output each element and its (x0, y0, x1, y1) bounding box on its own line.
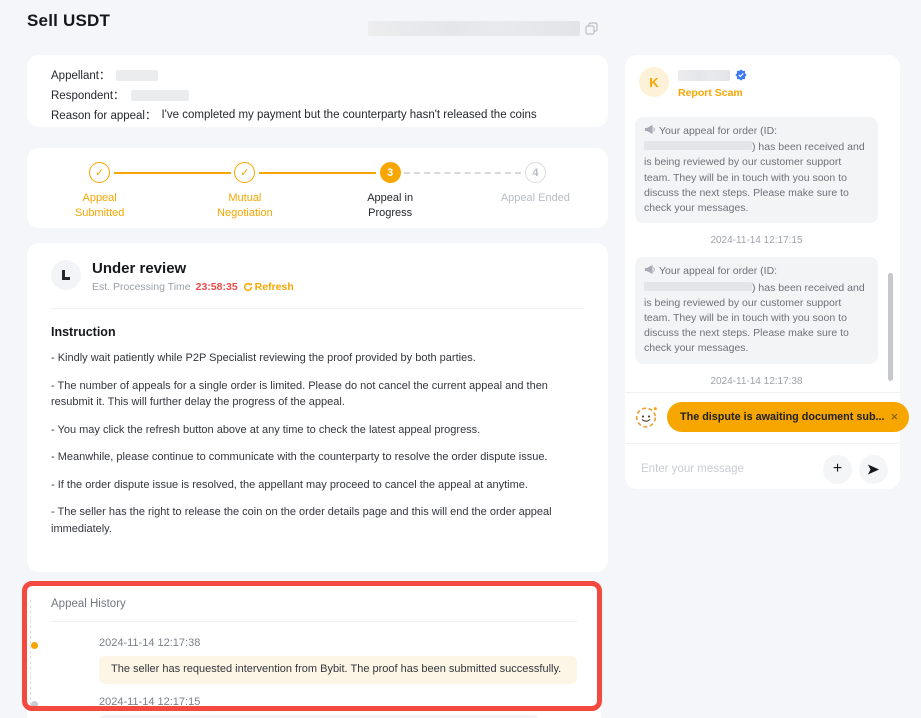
history-item: 2024-11-14 12:17:38 The seller has reque… (51, 637, 577, 684)
timeline-connector (30, 600, 31, 710)
announcement-icon (644, 264, 655, 280)
dispute-status-toast: The dispute is awaiting document sub... … (667, 402, 909, 432)
step4-label: Appeal Ended (498, 191, 572, 206)
refresh-button[interactable]: Refresh (243, 281, 294, 293)
chat-messages: Your appeal for order (ID: ) has been re… (635, 117, 878, 392)
step-appeal-submitted: ✓ Appeal Submitted (27, 148, 172, 228)
chat-announcement-message: Your appeal for order (ID: ) has been re… (635, 117, 878, 223)
appeal-history-card: Appeal History 2024-11-14 12:17:38 The s… (27, 585, 601, 718)
history-message: The seller has requested intervention fr… (99, 656, 577, 684)
stepper-connector-1 (114, 172, 231, 174)
counterparty-name-redacted (678, 70, 730, 81)
chat-input-row: + (641, 451, 888, 487)
chat-timestamp: 2024-11-14 12:17:15 (635, 235, 878, 246)
instruction-bullet: - Meanwhile, please continue to communic… (51, 449, 584, 466)
divider (625, 443, 900, 444)
refresh-label: Refresh (255, 281, 294, 293)
respondent-value-redacted (131, 90, 189, 101)
appeal-history-title: Appeal History (51, 598, 577, 610)
announcement-icon (644, 124, 655, 140)
reason-value: I've completed my payment but the counte… (161, 109, 536, 121)
history-item: 2024-11-14 12:17:15 (51, 696, 577, 718)
instruction-bullet: - You may click the refresh button above… (51, 422, 584, 439)
stepper-connector-3 (404, 172, 521, 174)
step3-label: Appeal in Progress (353, 191, 427, 221)
instruction-bullet: - The seller has the right to release th… (51, 504, 584, 537)
history-time: 2024-11-14 12:17:38 (99, 637, 577, 649)
countdown-timer: 23:58:35 (196, 281, 238, 293)
step-mutual-negotiation: ✓ Mutual Negotiation (172, 148, 317, 228)
step-appeal-in-progress: 3 Appeal in Progress (318, 148, 463, 228)
instruction-title: Instruction (51, 325, 584, 339)
page-title: Sell USDT (27, 11, 110, 31)
send-button[interactable] (859, 455, 888, 484)
instruction-bullet: - If the order dispute issue is resolved… (51, 477, 584, 494)
instruction-bullet: - Kindly wait patiently while P2P Specia… (51, 350, 584, 367)
timeline-dot-past (31, 701, 38, 708)
clock-icon (51, 260, 81, 290)
copy-icon[interactable] (585, 22, 598, 35)
timeline-dot-active (31, 642, 38, 649)
step1-check-icon: ✓ (89, 162, 110, 183)
chat-scrollbar-thumb[interactable] (888, 273, 893, 381)
close-icon[interactable]: × (891, 409, 899, 424)
announcement-suffix: ) has been received and is being reviewe… (644, 141, 865, 214)
order-id-redacted (368, 21, 580, 36)
step2-label: Mutual Negotiation (208, 191, 282, 221)
order-id-strip (368, 21, 598, 36)
refresh-icon (243, 282, 253, 292)
divider (51, 308, 584, 309)
announcement-prefix: Your appeal for order (ID: (659, 125, 777, 137)
instruction-bullet: - The number of appeals for a single ord… (51, 378, 584, 411)
appeal-info-card: Appellant： Respondent： Reason for appeal… (27, 55, 608, 127)
report-scam-link[interactable]: Report Scam (678, 87, 747, 99)
divider (51, 621, 577, 622)
reason-row: Reason for appeal： I've completed my pay… (51, 106, 584, 124)
reason-label: Reason for appeal： (51, 107, 156, 123)
appeal-detail-page: Sell USDT Appellant： Respondent： Reason … (0, 0, 921, 718)
appeal-progress-stepper: ✓ Appeal Submitted ✓ Mutual Negotiation … (27, 148, 608, 228)
chat-timestamp: 2024-11-14 12:17:38 (635, 376, 878, 387)
send-icon (867, 463, 880, 476)
appellant-label: Appellant： (51, 67, 110, 83)
processing-time-label: Est. Processing Time (92, 281, 191, 293)
under-review-card: Under review Est. Processing Time 23:58:… (27, 243, 608, 572)
step4-number: 4 (525, 162, 546, 183)
bot-assistant-icon (633, 403, 660, 430)
chat-header: K Report Scam (639, 67, 886, 99)
chat-announcement-message: Your appeal for order (ID: ) has been re… (635, 257, 878, 363)
appellant-value-redacted (116, 70, 158, 81)
step2-check-icon: ✓ (234, 162, 255, 183)
stepper-connector-2 (259, 172, 376, 174)
toast-text: The dispute is awaiting document sub... (680, 411, 885, 423)
respondent-label: Respondent： (51, 87, 125, 103)
order-id-redacted (644, 141, 752, 150)
step3-number: 3 (380, 162, 401, 183)
history-time: 2024-11-14 12:17:15 (99, 696, 577, 708)
message-input[interactable] (641, 463, 816, 475)
announcement-prefix: Your appeal for order (ID: (659, 265, 777, 277)
order-id-redacted (644, 282, 752, 291)
respondent-row: Respondent： (51, 86, 584, 104)
verified-badge-icon (735, 69, 747, 81)
divider (625, 392, 900, 393)
step-appeal-ended: 4 Appeal Ended (463, 148, 608, 228)
counterparty-avatar[interactable]: K (639, 67, 669, 97)
attach-button[interactable]: + (823, 455, 852, 484)
plus-icon: + (833, 460, 842, 478)
dispute-toast-row: The dispute is awaiting document sub... … (633, 401, 887, 432)
appellant-row: Appellant： (51, 66, 584, 84)
chat-panel: K Report Scam Your appeal for order (ID:… (625, 55, 900, 489)
step1-label: Appeal Submitted (63, 191, 137, 221)
announcement-suffix: ) has been received and is being reviewe… (644, 282, 865, 355)
review-status-title: Under review (92, 260, 294, 277)
